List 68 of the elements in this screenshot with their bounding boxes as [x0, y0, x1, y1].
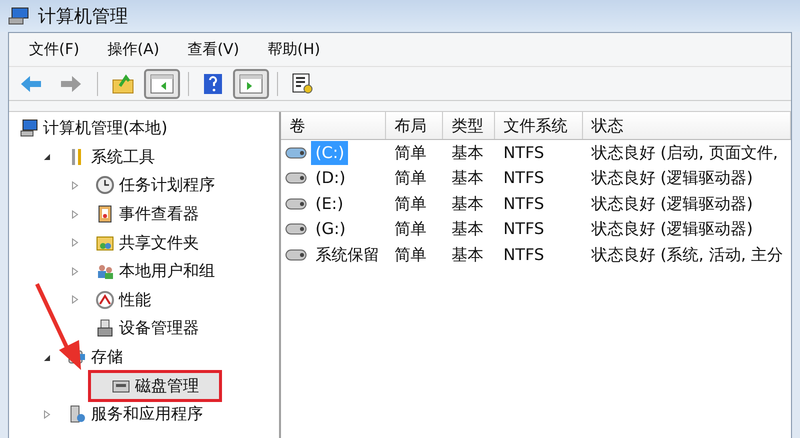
pane-right-icon — [239, 74, 263, 94]
table-cell-text: NTFS — [502, 167, 546, 190]
table-cell-text: 基本 — [450, 218, 484, 240]
table-cell[interactable]: (G:) — [311, 217, 350, 242]
expand-arrow-icon[interactable] — [71, 180, 79, 190]
drive-icon — [285, 146, 308, 159]
drive-icon — [285, 223, 308, 236]
back-arrow-icon — [19, 74, 43, 92]
folder-up-icon — [112, 74, 134, 94]
expand-arrow-icon[interactable] — [71, 295, 79, 304]
column-header[interactable]: 状态 — [583, 112, 791, 139]
table-cell-text: 基本 — [450, 142, 484, 164]
table-cell-text: 状态良好 (启动, 页面文件, — [590, 142, 779, 164]
collapse-arrow-icon[interactable] — [43, 152, 51, 162]
computer-management-icon — [8, 6, 30, 26]
computer-icon — [19, 118, 39, 138]
table-cell-text: 基本 — [450, 167, 484, 190]
table-cell-text: NTFS — [502, 218, 546, 240]
table-cell-text: 状态良好 (逻辑驱动器) — [590, 167, 754, 190]
tree-item[interactable]: 系统工具 — [63, 144, 159, 170]
column-header[interactable]: 布局 — [386, 112, 444, 139]
table-cell-text: NTFS — [502, 244, 546, 266]
column-header[interactable]: 卷 — [281, 112, 386, 139]
tree-item[interactable]: 性能 — [91, 286, 155, 313]
pane-left-icon — [150, 74, 174, 94]
menu-item[interactable]: 帮助(H) — [255, 38, 332, 61]
tree-item[interactable]: 事件查看器 — [91, 201, 203, 228]
column-header[interactable]: 文件系统 — [495, 112, 584, 139]
drive-icon — [285, 248, 308, 261]
collapse-arrow-icon[interactable] — [43, 352, 51, 362]
table-cell-text: 简单 — [393, 218, 428, 240]
expand-arrow-icon[interactable] — [43, 410, 51, 419]
table-cell-text: 基本 — [450, 192, 484, 215]
column-header[interactable]: 类型 — [443, 112, 496, 139]
table-cell-text: 状态良好 (系统, 活动, 主分 — [590, 244, 784, 266]
menu-item[interactable]: 操作(A) — [95, 38, 172, 61]
table-cell-text: 状态良好 (逻辑驱动器) — [590, 218, 754, 240]
tree-item[interactable]: 设备管理器 — [91, 315, 203, 342]
window-title: 计算机管理 — [38, 4, 128, 28]
table-cell-text: 简单 — [393, 167, 428, 190]
tree-item[interactable]: 计算机管理(本地) — [15, 115, 172, 142]
clock-icon — [95, 175, 115, 196]
drive-icon — [285, 198, 308, 210]
tree-item[interactable]: 本地用户和组 — [91, 258, 219, 284]
forward-arrow-icon — [59, 74, 83, 92]
table-cell-text: 基本 — [450, 244, 484, 266]
table-cell-text: 简单 — [393, 142, 428, 164]
printer-icon — [95, 318, 115, 338]
table-cell[interactable]: (E:) — [311, 192, 348, 216]
expand-arrow-icon[interactable] — [71, 266, 79, 276]
tree-item[interactable]: 共享文件夹 — [91, 230, 203, 256]
tree-item[interactable]: 磁盘管理 — [91, 372, 219, 399]
table-cell[interactable]: 系统保留 — [311, 242, 384, 267]
table-cell-text: 状态良好 (逻辑驱动器) — [590, 192, 754, 215]
tree-item[interactable]: 服务和应用程序 — [63, 401, 207, 428]
table-cell-text: 简单 — [393, 192, 428, 215]
expand-arrow-icon[interactable] — [71, 238, 79, 248]
menu-item[interactable]: 文件(F) — [17, 38, 92, 61]
drive-icon — [285, 172, 308, 184]
tree-item[interactable]: 任务计划程序 — [91, 172, 219, 198]
table-cell[interactable]: (D:) — [311, 166, 350, 190]
table-cell-text: NTFS — [502, 142, 546, 164]
gauge-icon — [95, 290, 115, 310]
table-cell-text: 简单 — [393, 244, 428, 266]
menu-item[interactable]: 查看(V) — [175, 38, 252, 61]
help-icon — [203, 72, 223, 94]
expand-arrow-icon[interactable] — [71, 210, 79, 219]
table-cell-text: NTFS — [502, 192, 546, 215]
